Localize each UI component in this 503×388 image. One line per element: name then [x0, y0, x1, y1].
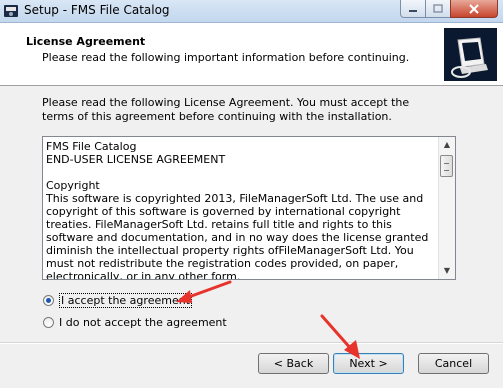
setup-logo — [444, 28, 497, 81]
decline-agreement-option[interactable]: I do not accept the agreement — [43, 316, 227, 332]
title-bar[interactable]: Setup - FMS File Catalog — [0, 0, 503, 23]
license-scrollbar[interactable]: ▲ ▼ — [438, 137, 455, 279]
installer-computer-icon — [444, 28, 497, 81]
minimize-icon — [409, 10, 417, 12]
accept-agreement-option[interactable]: I accept the agreement — [43, 293, 192, 310]
footer-divider — [0, 342, 503, 344]
scroll-up-arrow-icon[interactable]: ▲ — [439, 137, 455, 153]
maximize-button[interactable] — [425, 0, 451, 18]
page-subtitle: Please read the following important info… — [42, 51, 410, 64]
wizard-header: License Agreement Please read the follow… — [0, 23, 503, 86]
close-icon — [469, 4, 479, 14]
cancel-button[interactable]: Cancel — [418, 353, 489, 374]
setup-app-icon — [4, 5, 18, 17]
annotation-arrow-next-icon — [320, 314, 360, 359]
maximize-icon — [433, 4, 443, 13]
close-button[interactable] — [450, 0, 498, 18]
minimize-button[interactable] — [400, 0, 426, 18]
scroll-down-arrow-icon[interactable]: ▼ — [439, 263, 455, 279]
license-text: FMS File Catalog END-USER LICENSE AGREEM… — [46, 140, 429, 280]
license-textbox[interactable]: FMS File Catalog END-USER LICENSE AGREEM… — [42, 136, 456, 280]
accept-radio[interactable] — [43, 295, 54, 306]
scroll-thumb[interactable] — [440, 155, 453, 177]
intro-text: Please read the following License Agreem… — [42, 96, 410, 123]
page-title: License Agreement — [26, 35, 146, 48]
annotation-arrow-accept-icon — [176, 280, 232, 303]
decline-radio[interactable] — [43, 317, 54, 328]
decline-label[interactable]: I do not accept the agreement — [59, 316, 227, 329]
window-title: Setup - FMS File Catalog — [24, 3, 170, 17]
